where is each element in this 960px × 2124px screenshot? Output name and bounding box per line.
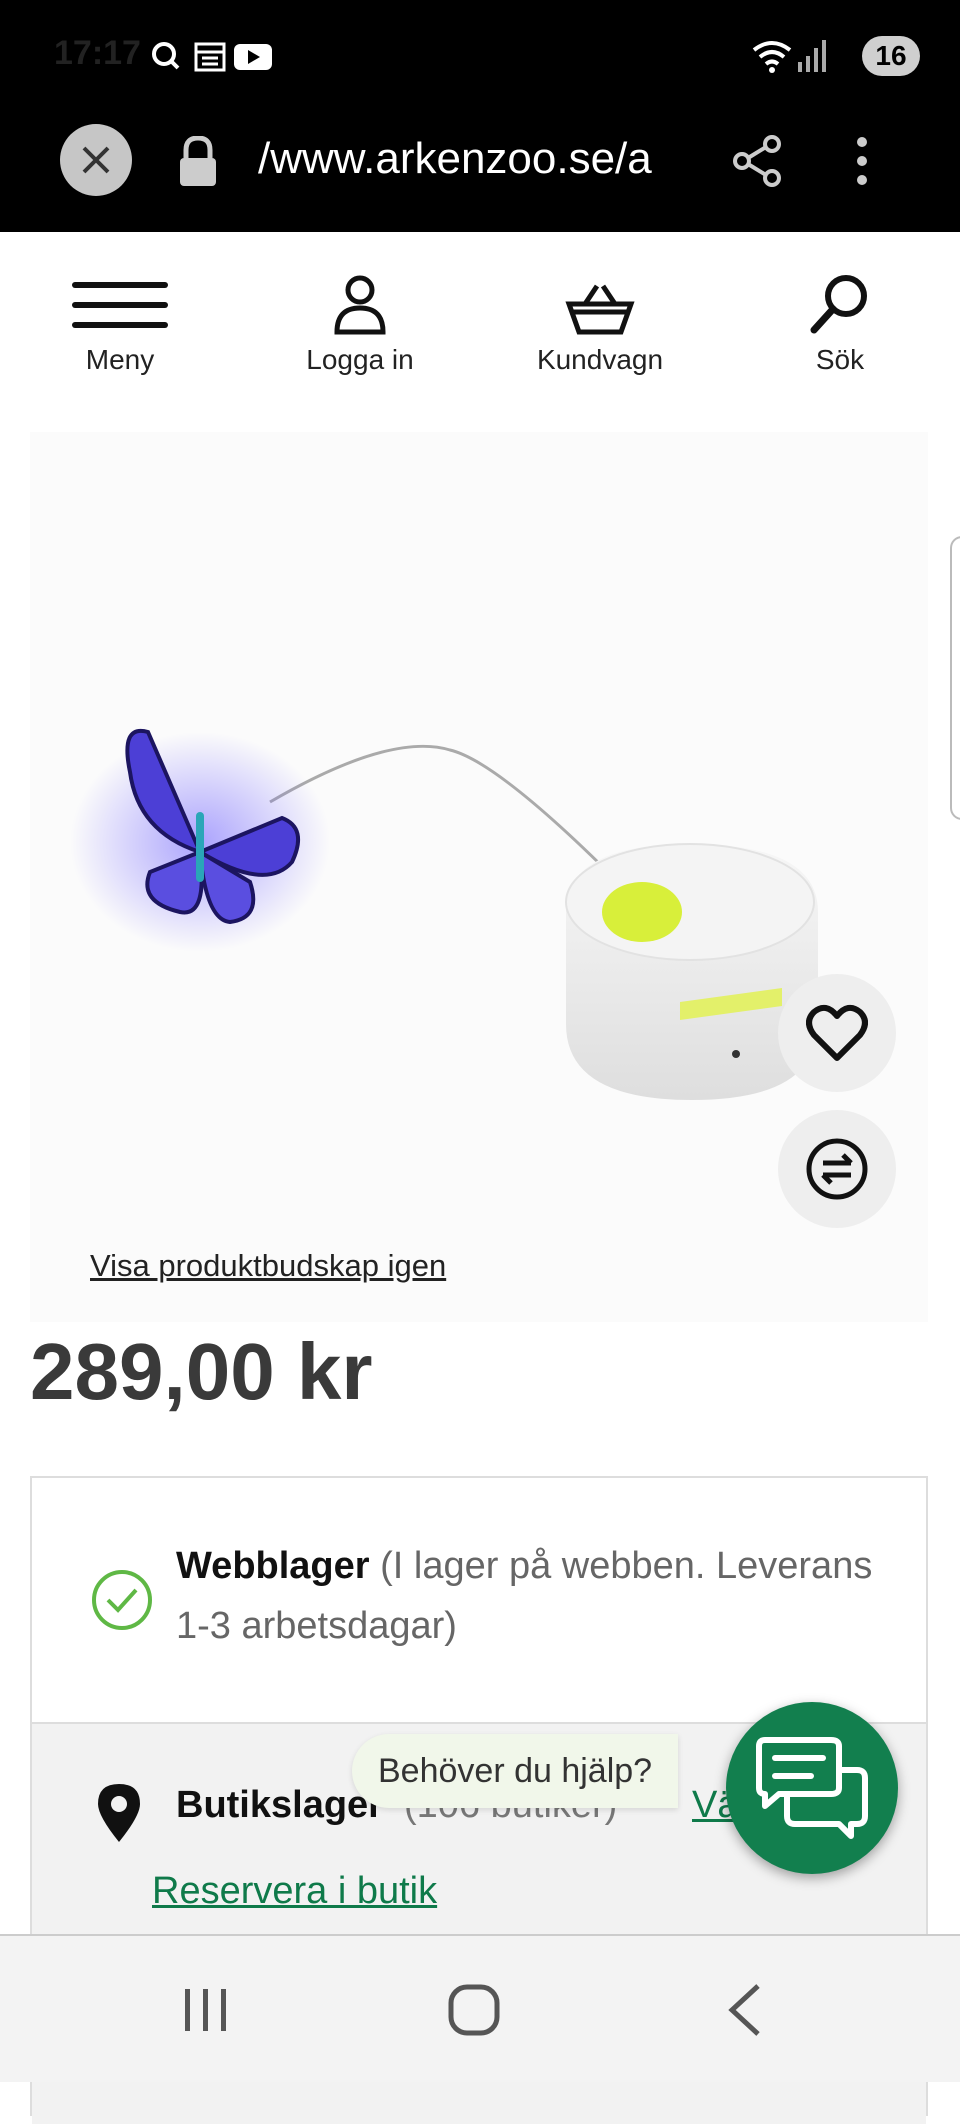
web-stock-label: Webblager xyxy=(176,1545,370,1587)
reserve-in-store-link[interactable]: Reservera i butik xyxy=(152,1870,437,1913)
status-left-icons xyxy=(150,38,280,78)
home-button[interactable] xyxy=(414,1970,534,2050)
nav-login[interactable]: Logga in xyxy=(280,264,440,376)
chat-button[interactable] xyxy=(726,1702,898,1874)
nav-search[interactable]: Sök xyxy=(760,264,920,376)
product-price: 289,00 kr xyxy=(30,1327,373,1416)
nav-login-label: Logga in xyxy=(306,344,414,375)
share-icon xyxy=(733,135,781,187)
nav-cart-label: Kundvagn xyxy=(536,344,664,375)
youtube-icon xyxy=(234,44,272,70)
nav-cart[interactable]: Kundvagn xyxy=(520,264,680,376)
wifi-icon xyxy=(752,38,792,79)
nav-search-label: Sök xyxy=(815,344,865,375)
user-icon xyxy=(280,264,440,336)
news-icon xyxy=(194,42,226,72)
nav-menu-label: Meny xyxy=(85,344,155,375)
back-chevron-icon xyxy=(728,1984,760,2036)
basket-icon xyxy=(520,264,680,336)
more-options-button[interactable] xyxy=(850,134,874,193)
store-stock-label: Butikslager xyxy=(176,1784,383,1826)
share-button[interactable] xyxy=(730,134,784,193)
recent-apps-button[interactable] xyxy=(146,1970,266,2050)
favorite-button[interactable] xyxy=(778,974,896,1092)
check-circle-icon xyxy=(92,1570,152,1630)
side-scroll-tab[interactable] xyxy=(950,536,960,820)
compare-arrows-icon xyxy=(806,1138,868,1200)
status-time: 17:17 xyxy=(54,34,141,72)
signal-icon xyxy=(798,40,828,77)
back-button[interactable] xyxy=(684,1970,804,2050)
battery-indicator: 16 xyxy=(862,36,920,76)
web-stock-text: Webblager (I lager på webben. Leverans 1… xyxy=(176,1536,876,1656)
home-icon xyxy=(448,1984,500,2036)
chat-prompt[interactable]: Behöver du hjälp? xyxy=(352,1734,679,1808)
url-text[interactable]: /www.arkenzoo.se/a xyxy=(258,134,688,184)
chat-bubbles-icon xyxy=(756,1737,868,1839)
hamburger-menu-icon xyxy=(40,264,200,336)
search-icon xyxy=(152,42,180,70)
close-tab-button[interactable] xyxy=(60,124,132,196)
more-vertical-icon xyxy=(857,137,867,185)
nav-menu[interactable]: Meny xyxy=(40,264,200,376)
close-icon xyxy=(82,146,110,174)
heart-icon xyxy=(806,1004,868,1061)
search-icon xyxy=(760,264,920,336)
compare-button[interactable] xyxy=(778,1110,896,1228)
lock-icon xyxy=(176,135,220,193)
location-pin-icon xyxy=(94,1782,144,1849)
show-product-message-link[interactable]: Visa produktbudskap igen xyxy=(90,1248,446,1284)
recent-apps-icon xyxy=(185,1989,226,2031)
